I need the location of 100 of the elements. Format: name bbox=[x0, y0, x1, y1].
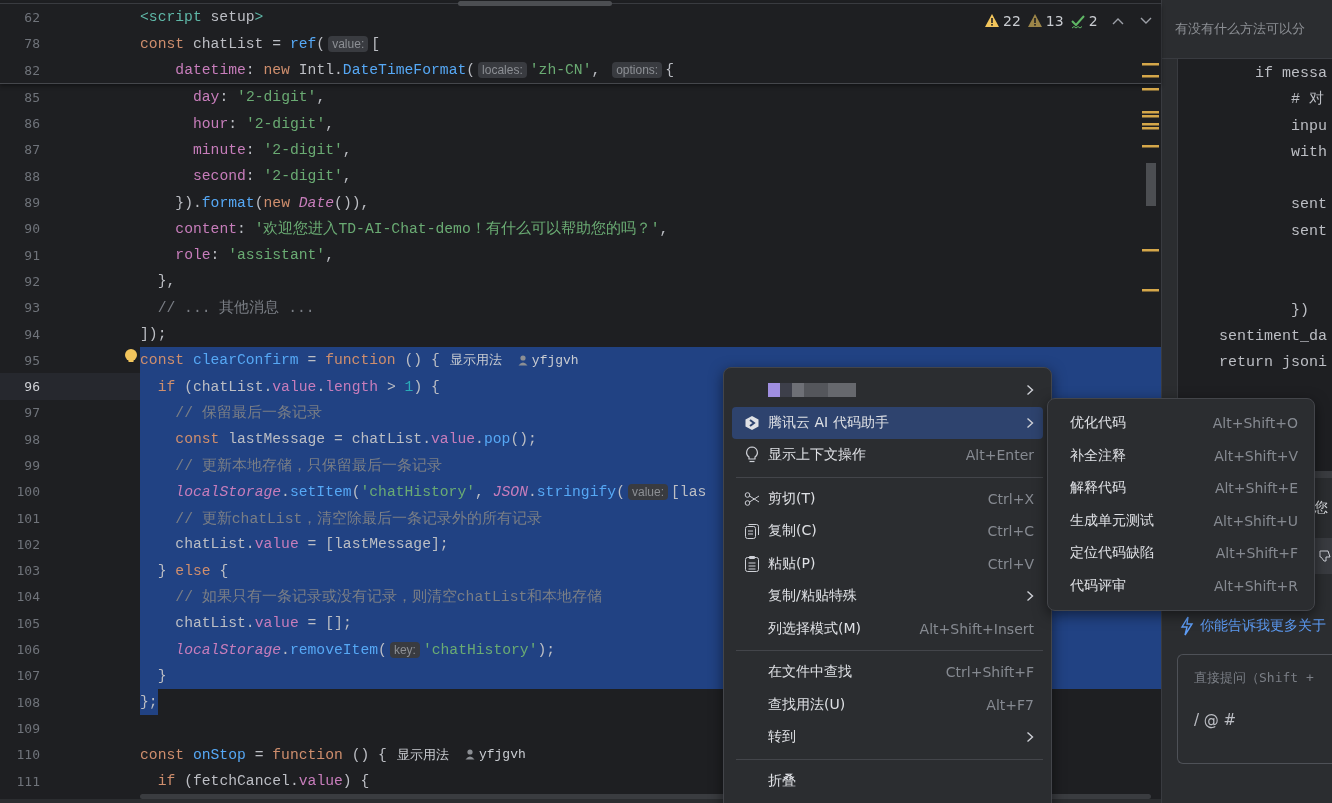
chevron-up-icon[interactable] bbox=[1111, 17, 1124, 25]
code-text: if (fetchCancel.value) { bbox=[156, 773, 370, 790]
chat-input-field[interactable]: 直接提问（Shift + / @ # bbox=[1177, 654, 1332, 764]
code-text: minute: '2-digit', bbox=[191, 141, 352, 158]
usages-link[interactable]: 显示用法 bbox=[449, 351, 502, 370]
menu-item[interactable]: 在文件中查找 Ctrl+Shift+F bbox=[732, 656, 1043, 689]
lightbulb-icon bbox=[745, 446, 759, 465]
code-text: // 更新chatList，清空除最后一条记录外的所有记录 bbox=[174, 509, 543, 528]
code-text: const chatList = ref( bbox=[140, 35, 326, 52]
menu-item[interactable]: 定位代码缺陷 Alt+Shift+F bbox=[1048, 537, 1314, 570]
warning-icon[interactable] bbox=[984, 13, 1000, 29]
menu-item[interactable]: 列选择模式(M) Alt+Shift+Insert bbox=[732, 612, 1043, 645]
code-text: datetime: new Intl.DateTimeFormat( bbox=[174, 62, 476, 79]
menu-item[interactable]: 剪切(T) Ctrl+X bbox=[732, 482, 1043, 515]
copy-icon bbox=[744, 522, 760, 540]
code-text: [ bbox=[371, 35, 381, 52]
inlay-hint: options: bbox=[612, 62, 663, 79]
line-number: 98 bbox=[23, 431, 40, 447]
code-text: if (chatList.value.length > 1) { bbox=[156, 378, 440, 395]
check-icon[interactable] bbox=[1069, 13, 1086, 29]
line-number: 110 bbox=[15, 747, 40, 763]
menu-item[interactable]: 腾讯云 AI 代码助手 bbox=[732, 406, 1043, 439]
menu-item[interactable]: 粘贴(P) Ctrl+V bbox=[732, 547, 1043, 580]
menu-item[interactable]: 查找用法(U) Alt+F7 bbox=[732, 688, 1043, 721]
menu-item[interactable]: 复制(C) Ctrl+C bbox=[732, 515, 1043, 548]
menu-item[interactable]: 代码评审 Alt+Shift+R bbox=[1048, 569, 1314, 602]
person-icon bbox=[464, 749, 475, 761]
scissors-icon bbox=[744, 490, 760, 507]
line-number: 93 bbox=[23, 300, 40, 316]
inspection-count[interactable]: 22 bbox=[1003, 13, 1021, 29]
line-number: 106 bbox=[15, 642, 40, 658]
line-number: 111 bbox=[15, 773, 40, 789]
menu-item[interactable]: 优化代码 Alt+Shift+O bbox=[1048, 407, 1314, 440]
menu-item[interactable]: 补全注释 Alt+Shift+V bbox=[1048, 439, 1314, 472]
code-text: chatList.value = [lastMessage]; bbox=[174, 536, 449, 553]
line-number: 88 bbox=[23, 168, 40, 184]
lightbulb-icon[interactable] bbox=[124, 349, 138, 364]
line-number: 109 bbox=[15, 720, 40, 736]
code-text: } else { bbox=[156, 562, 229, 579]
line-number: 97 bbox=[23, 405, 40, 421]
code-text: content: '欢迎您进入TD-AI-Chat-demo！有什么可以帮助您的吗？', bbox=[174, 219, 669, 239]
line-number: 107 bbox=[15, 668, 40, 684]
usages-link[interactable]: 显示用法 bbox=[396, 745, 449, 764]
code-text: localStorage.setItem('chatHistory', JSON.stringify( bbox=[174, 483, 625, 500]
line-number: 89 bbox=[23, 195, 40, 210]
code-text: role: 'assistant', bbox=[174, 247, 335, 264]
code-text: ]); bbox=[140, 326, 167, 342]
line-number: 95 bbox=[23, 352, 40, 368]
code-text: 'zh-CN', bbox=[529, 62, 602, 79]
line-number: 101 bbox=[15, 510, 40, 526]
cube-icon bbox=[744, 414, 760, 431]
line-number: 99 bbox=[23, 458, 40, 473]
menu-item[interactable]: 折叠 bbox=[732, 764, 1043, 797]
code-text: const clearConfirm = function () { bbox=[140, 352, 440, 369]
menu-item[interactable]: 转到 bbox=[732, 721, 1043, 754]
line-number: 87 bbox=[23, 142, 40, 158]
warning-icon[interactable] bbox=[1026, 13, 1043, 29]
scrollbar-thumb[interactable] bbox=[458, 1, 612, 6]
inlay-hint: key: bbox=[389, 641, 420, 658]
line-number: 91 bbox=[23, 247, 40, 263]
line-number: 85 bbox=[23, 89, 40, 105]
line-number: 94 bbox=[23, 326, 40, 342]
menu-item[interactable]: 复制/粘贴特殊 bbox=[732, 580, 1043, 613]
code-text: // 如果只有一条记录或没有记录，则清空chatList和本地存储 bbox=[174, 587, 603, 607]
suggestion-link[interactable]: 你能告诉我更多关于 bbox=[1162, 616, 1332, 636]
lightning-icon bbox=[1180, 616, 1194, 636]
line-number: 104 bbox=[15, 589, 40, 605]
line-number: 96 bbox=[23, 379, 40, 395]
clipboard-icon bbox=[744, 555, 760, 573]
line-number: 92 bbox=[23, 273, 40, 289]
inlay-hint: locales: bbox=[478, 62, 527, 79]
line-number: 105 bbox=[15, 615, 40, 631]
line-number: 82 bbox=[23, 62, 40, 78]
code-text: day: '2-digit', bbox=[191, 89, 326, 106]
line-number: 100 bbox=[15, 484, 40, 500]
inlay-hint: value: bbox=[627, 483, 668, 500]
menu-item[interactable]: 显示上下文操作 Alt+Enter bbox=[732, 439, 1043, 472]
code-text: if messa # 对 inpu with sent sent }) sentiment_da return jsoni bbox=[1218, 64, 1328, 374]
inlay-hint: value: bbox=[328, 35, 369, 52]
chevron-down-icon[interactable] bbox=[1139, 17, 1152, 25]
menu-item[interactable]: 生成单元测试 Alt+Shift+U bbox=[1048, 504, 1314, 537]
author-hint: yfjgvh bbox=[478, 747, 526, 763]
line-number: 103 bbox=[15, 563, 40, 579]
code-text: hour: '2-digit', bbox=[191, 115, 335, 132]
line-number: 78 bbox=[23, 36, 40, 52]
line-number: 90 bbox=[23, 221, 40, 237]
code-text: // 保留最后一条记录 bbox=[174, 403, 322, 423]
code-text: }).format(new Date()), bbox=[174, 194, 370, 211]
code-text: 'chatHistory'); bbox=[422, 641, 556, 658]
code-text: const onStop = function () { bbox=[140, 746, 387, 763]
code-text: }, bbox=[156, 273, 176, 290]
code-text: [las bbox=[671, 483, 707, 500]
code-text: } bbox=[156, 667, 167, 684]
code-text: }; bbox=[140, 689, 158, 716]
inspection-count[interactable]: 13 bbox=[1045, 13, 1064, 29]
line-number: 62 bbox=[23, 9, 40, 25]
author-hint: yfjgvh bbox=[531, 352, 579, 368]
inspection-count[interactable]: 2 bbox=[1088, 13, 1098, 29]
menu-item[interactable]: 解释代码 Alt+Shift+E bbox=[1048, 472, 1314, 505]
code-text: <script setup> bbox=[140, 9, 264, 26]
